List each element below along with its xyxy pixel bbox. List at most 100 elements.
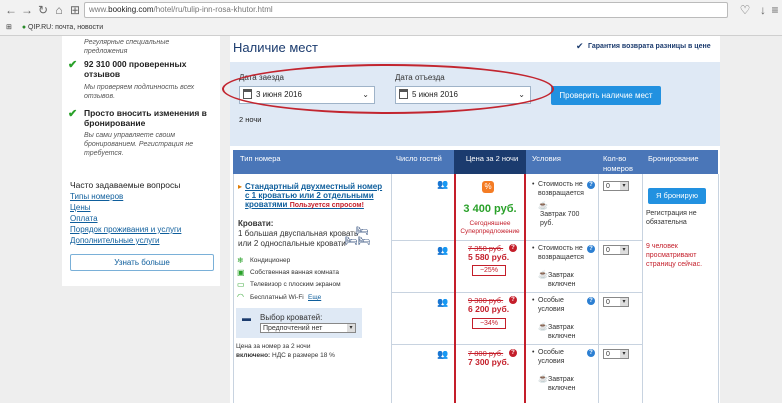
- row1-room-count-value: 0: [606, 183, 610, 190]
- beds-label: Кровати:: [238, 219, 274, 228]
- faq-link-prices[interactable]: Цены: [70, 203, 91, 212]
- amenity-wifi: Бесплатный Wi-Fi: [250, 294, 304, 301]
- back-icon[interactable]: ←: [4, 3, 18, 17]
- bullet-icon: •: [532, 181, 535, 188]
- address-bar[interactable]: www.booking.com/hotel/ru/tulip-inn-rosa-…: [84, 2, 728, 18]
- row2-room-count-value: 0: [606, 247, 610, 254]
- row3-cond1: Особые условия: [538, 297, 565, 313]
- nights-count: 2 ночи: [239, 115, 262, 124]
- arrow-icon: ▸: [238, 182, 243, 191]
- row3-cond2: Завтрак включен: [548, 324, 576, 340]
- download-icon[interactable]: ↓: [756, 3, 770, 17]
- info-icon[interactable]: ?: [587, 245, 595, 253]
- bed-choice-select[interactable]: Предпочтений нет ▾: [260, 323, 356, 333]
- guests-icon: 👥: [437, 297, 449, 307]
- row2-discount: −25%: [472, 265, 506, 276]
- price-guarantee[interactable]: Гарантия возврата разницы в цене: [588, 43, 711, 50]
- bookmarks-bar: ⊞ ● QIP.RU: почта, новости: [0, 20, 782, 36]
- info-icon[interactable]: ?: [509, 349, 517, 357]
- guests-icon: 👥: [437, 245, 449, 255]
- registration-note: Регистрация не обязательна: [646, 210, 697, 226]
- bed-choice-value: Предпочтений нет: [263, 325, 323, 332]
- info-icon[interactable]: ?: [587, 297, 595, 305]
- row4-room-count-value: 0: [606, 351, 610, 358]
- high-demand-label: Пользуется спросом!: [289, 202, 364, 209]
- dropdown-arrow-icon: ▾: [620, 298, 628, 306]
- guests-icon: 👥: [437, 349, 449, 359]
- book-now-button[interactable]: Я бронирую: [648, 188, 706, 204]
- row3-room-count-value: 0: [606, 299, 610, 306]
- row3-room-count-select[interactable]: 0 ▾: [603, 297, 629, 307]
- amenity-ac: Кондиционер: [250, 257, 291, 264]
- check-availability-button[interactable]: Проверить наличие мест: [551, 86, 661, 105]
- menu-icon[interactable]: ≡: [770, 3, 780, 17]
- amenity-more-link[interactable]: Еще: [308, 294, 321, 301]
- row2-cond1: Стоимость не возвращается: [538, 245, 584, 261]
- faq-link-payment[interactable]: Оплата: [70, 214, 98, 223]
- bookmark-qip[interactable]: QIP.RU: почта, новости: [28, 24, 103, 31]
- dropdown-arrow-icon: ▾: [620, 246, 628, 254]
- learn-more-button[interactable]: Узнать больше: [70, 254, 214, 271]
- grid-line: [598, 174, 599, 403]
- amenity-tv: Телевизор с плоским экраном: [250, 281, 341, 288]
- price-note: Цена за номер за 2 ночи: [236, 343, 311, 350]
- faq-link-services[interactable]: Порядок проживания и услуги: [70, 225, 181, 234]
- wifi-icon: ◠: [237, 292, 244, 301]
- grid-line: [642, 174, 643, 403]
- room-name-link[interactable]: Стандартный двухместный номер с 1 кроват…: [245, 182, 387, 210]
- row3-discount: −34%: [472, 318, 506, 329]
- apps-icon[interactable]: ⊞: [6, 24, 12, 31]
- availability-title: Наличие мест: [233, 40, 318, 55]
- faq-link-extra[interactable]: Дополнительные услуги: [70, 236, 160, 245]
- check-icon: ✔: [68, 59, 78, 71]
- dropdown-arrow-icon: ▾: [620, 350, 628, 358]
- feature-top-cut: Регулярные специальные предложения: [84, 39, 170, 55]
- info-icon[interactable]: ?: [509, 244, 517, 252]
- home-icon[interactable]: ⌂: [52, 3, 66, 17]
- row1-cond2: Завтрак 700 руб.: [540, 211, 580, 227]
- heart-icon[interactable]: ♡: [738, 3, 752, 17]
- faq-link-room-types[interactable]: Типы номеров: [70, 192, 123, 201]
- grid-icon[interactable]: ⊞: [68, 3, 82, 17]
- row2-room-count-select[interactable]: 0 ▾: [603, 245, 629, 255]
- amenity-bathroom: Собственная ванная комната: [250, 269, 339, 276]
- coffee-icon: ☕: [538, 201, 548, 210]
- header-guests: Число гостей: [396, 154, 442, 163]
- row4-room-count-select[interactable]: 0 ▾: [603, 349, 629, 359]
- header-room-type: Тип номера: [240, 154, 281, 163]
- feature-title-reviews: 92 310 000 проверенных отзывов: [84, 59, 187, 79]
- feature-sub-reviews: Мы проверяем подлинность всех отзывов.: [84, 84, 195, 100]
- url-domain: booking.com: [108, 5, 154, 14]
- row2-price: 5 580 руб.: [468, 252, 510, 262]
- bed-icon: ▬: [242, 313, 251, 323]
- reload-icon[interactable]: ↻: [36, 3, 50, 17]
- row1-room-count-select[interactable]: 0 ▾: [603, 181, 629, 191]
- snowflake-icon: ❄: [237, 256, 244, 265]
- bullet-icon: •: [532, 297, 535, 304]
- url-path: /hotel/ru/tulip-inn-rosa-khutor.html: [153, 5, 273, 14]
- row1-cond1: Стоимость не возвращается: [538, 181, 584, 197]
- info-icon[interactable]: ?: [587, 349, 595, 357]
- guests-icon: 👥: [437, 179, 449, 189]
- bullet-icon: •: [532, 245, 535, 252]
- bed-option-double: 1 большая двуспальная кровать: [238, 229, 359, 238]
- red-annotation-ellipse: [222, 64, 554, 114]
- header-conditions: Условия: [532, 154, 561, 163]
- deal-icon: %: [482, 181, 494, 193]
- row4-price: 7 300 руб.: [468, 357, 510, 367]
- qip-icon: ●: [21, 24, 27, 31]
- vat-note: включено: НДС в размере 18 %: [236, 352, 335, 359]
- bullet-icon: •: [532, 349, 535, 356]
- row1-deal: Сегодняшнее Суперпредложение: [460, 220, 520, 235]
- faq-title: Часто задаваемые вопросы: [70, 180, 181, 190]
- info-icon[interactable]: ?: [509, 296, 517, 304]
- row4-cond2: Завтрак включен: [548, 376, 576, 392]
- bed-option-twin: или 2 односпальные кровати: [238, 239, 346, 248]
- check-icon: ✔: [68, 108, 78, 120]
- dropdown-arrow-icon: ▾: [347, 324, 355, 332]
- header-price: Цена за 2 ночи: [465, 154, 519, 163]
- row3-price: 6 200 руб.: [468, 304, 510, 314]
- viewers-note: 9 человек просматривают страницу сейчас.: [646, 243, 703, 268]
- forward-icon[interactable]: →: [20, 3, 34, 17]
- info-icon[interactable]: ?: [587, 181, 595, 189]
